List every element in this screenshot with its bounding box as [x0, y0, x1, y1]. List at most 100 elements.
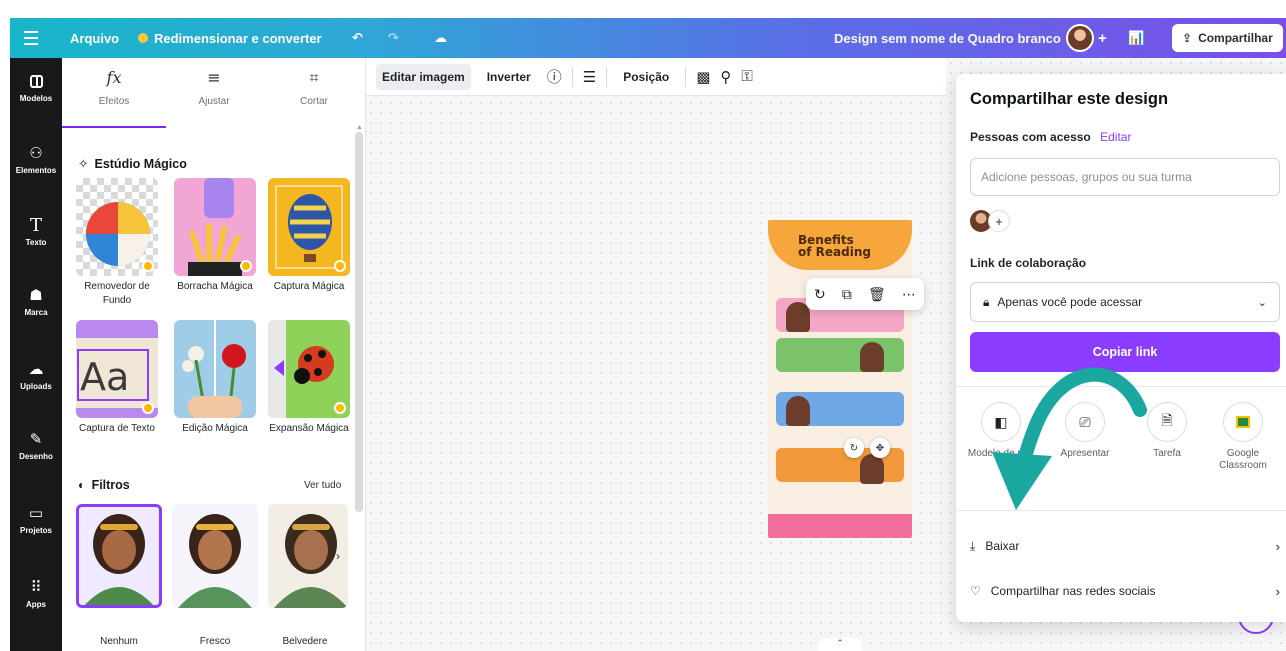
woman-portrait-image — [172, 504, 258, 608]
undo-icon[interactable]: ↶ — [352, 18, 363, 58]
person-illustration — [860, 342, 884, 372]
share-option-assignment[interactable]: 🗎 Tarefa — [1132, 402, 1202, 460]
see-all-filters-link[interactable]: Ver tudo — [304, 480, 341, 491]
transparency-icon[interactable]: ▩ — [696, 68, 710, 86]
magic-studio-heading: ✧ Estúdio Mágico — [78, 156, 187, 172]
nav-item-elements[interactable]: ⚇ Elementos — [10, 142, 62, 175]
user-avatar[interactable] — [1066, 18, 1094, 58]
tool-label: Removedor de Fundo — [84, 281, 150, 306]
filter-belvedere[interactable]: › — [268, 504, 348, 608]
link-access-select[interactable]: 🔒︎ Apenas você pode acessar ⌄ — [970, 282, 1280, 322]
tool-text-grab[interactable]: Aa — [76, 320, 158, 418]
filter-label: Fresco — [199, 636, 231, 647]
edit-access-link[interactable]: Editar — [1100, 130, 1131, 144]
tab-crop[interactable]: ⌗ Cortar — [264, 68, 364, 107]
lock-icon[interactable]: ⚿ — [741, 68, 752, 85]
resize-button[interactable]: Redimensionar e converter — [138, 18, 322, 58]
move-handle[interactable]: ✥ — [870, 438, 890, 458]
nav-label: Texto — [25, 238, 47, 247]
rotate-handle[interactable]: ↻ — [844, 438, 864, 458]
tab-adjust[interactable]: ≡ Ajustar — [164, 68, 264, 107]
download-row[interactable]: ⤓ Baixar › — [970, 534, 1280, 558]
nav-item-text[interactable]: T Texto — [10, 214, 62, 248]
divider — [956, 510, 1286, 511]
share-option-label: Tarefa — [1153, 448, 1181, 459]
edit-image-panel: fx Efeitos ≡ Ajustar ⌗ Cortar ▲ ✧ Estúdi… — [62, 58, 366, 651]
nav-item-projects[interactable]: ▭ Projetos — [10, 502, 62, 535]
app-window: Arquivo Redimensionar e converter ↶ ↷ ☁ … — [10, 18, 1286, 651]
tool-magic-grab[interactable] — [268, 178, 350, 276]
flip-button[interactable]: Inverter — [481, 64, 537, 90]
nav-item-draw[interactable]: ✎ Desenho — [10, 428, 62, 461]
nav-item-apps[interactable]: ⠿ Apps — [10, 576, 62, 609]
filter-fresco[interactable] — [172, 504, 258, 608]
assignment-icon: 🗎 — [1147, 402, 1187, 442]
scroll-up-icon[interactable]: ▲ — [356, 124, 363, 131]
design-section — [776, 338, 904, 372]
crop-icon: ⌗ — [309, 68, 319, 87]
filter-none[interactable] — [76, 504, 162, 608]
tool-magic-eraser[interactable] — [174, 178, 256, 276]
tool-label: Captura de Texto — [79, 423, 155, 434]
tool-magic-expand[interactable] — [268, 320, 350, 418]
position-button[interactable]: Posição — [617, 64, 675, 90]
cloud-save-icon[interactable]: ☁ — [434, 18, 447, 58]
link-access-value: Apenas você pode acessar — [997, 295, 1143, 309]
design-title: Benefits of Reading — [798, 234, 871, 258]
file-menu[interactable]: Arquivo — [70, 18, 119, 58]
template-link-icon: ◧ — [981, 402, 1021, 442]
tool-label: Borracha Mágica — [177, 281, 253, 292]
share-icon: ⇪ — [1182, 31, 1193, 45]
tool-background-remover[interactable] — [76, 178, 158, 276]
add-person-icon[interactable]: + — [988, 210, 1010, 232]
menu-icon[interactable] — [24, 18, 46, 58]
woman-portrait-image — [76, 504, 162, 608]
active-tab-indicator — [62, 126, 166, 128]
crown-icon — [138, 33, 148, 43]
panel-scrollbar[interactable] — [355, 132, 363, 512]
image-toolbar: Editar imagem Inverter ⓘ ☰ Posição ▩ ⚲ ⚿ — [366, 58, 946, 96]
regenerate-icon[interactable]: ↻ — [814, 286, 826, 303]
chevron-right-icon: › — [1275, 583, 1280, 599]
brand-icon: ☗ — [29, 287, 43, 304]
tool-magic-edit[interactable] — [174, 320, 256, 418]
tab-label: Ajustar — [198, 96, 230, 107]
share-option-template-link[interactable]: ◧ Modelo de m... — [966, 402, 1036, 460]
share-option-google-classroom[interactable]: Google Classroom — [1208, 402, 1278, 472]
analytics-icon[interactable]: 📊 — [1128, 18, 1144, 58]
more-icon[interactable]: ⋯ — [902, 286, 916, 303]
nav-label: Projetos — [19, 526, 52, 535]
people-access-row: Pessoas com acesso Editar — [970, 130, 1131, 144]
nav-label: Marca — [24, 308, 48, 317]
nav-label: Elementos — [15, 166, 57, 175]
collab-link-label: Link de colaboração — [970, 256, 1087, 270]
duplicate-icon[interactable]: ⧉ — [842, 286, 852, 303]
nav-item-brand[interactable]: ☗ Marca — [10, 284, 62, 317]
add-collaborator-button[interactable]: + — [1098, 18, 1107, 58]
info-icon[interactable]: ⓘ — [547, 66, 562, 87]
trash-icon[interactable]: 🗑 — [868, 286, 886, 303]
tab-effects[interactable]: fx Efeitos — [64, 68, 164, 107]
document-title[interactable]: Design sem nome de Quadro branco — [834, 18, 1061, 58]
paint-roller-icon[interactable]: ⚲ — [720, 68, 731, 86]
design-footer-shape — [768, 514, 912, 538]
tool-label: Edição Mágica — [182, 423, 248, 434]
redo-icon[interactable]: ↷ — [388, 18, 399, 58]
draw-icon: ✎ — [29, 431, 43, 448]
add-people-input[interactable]: Adicione pessoas, grupos ou sua turma — [970, 158, 1280, 196]
copy-link-button[interactable]: Copiar link — [970, 332, 1280, 372]
expand-pages-icon[interactable]: ⌃ — [818, 638, 862, 651]
social-share-row[interactable]: ♡ Compartilhar nas redes sociais › — [970, 579, 1280, 603]
edit-image-button[interactable]: Editar imagem — [376, 63, 471, 90]
elements-icon: ⚇ — [29, 145, 43, 162]
nav-item-templates[interactable]: Modelos — [10, 70, 62, 103]
share-option-label: Apresentar — [1060, 448, 1110, 459]
nav-label: Desenho — [19, 452, 53, 461]
sparkle-icon: ✧ — [78, 157, 89, 171]
nav-label: Uploads — [20, 382, 52, 391]
nav-item-uploads[interactable]: ☁ Uploads — [10, 358, 62, 391]
design-preview[interactable]: Benefits of Reading — [768, 220, 912, 538]
share-button[interactable]: ⇪ Compartilhar — [1172, 18, 1283, 58]
share-option-present[interactable]: ⎚ Apresentar — [1050, 402, 1120, 460]
align-icon[interactable]: ☰ — [583, 68, 596, 86]
